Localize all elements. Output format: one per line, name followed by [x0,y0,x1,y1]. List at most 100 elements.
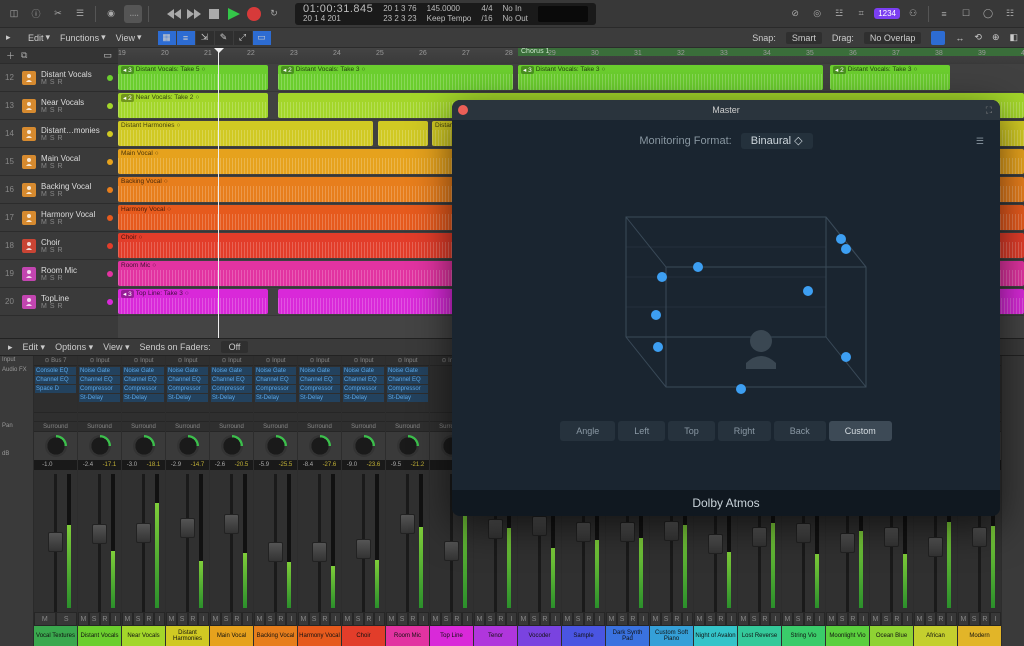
channel-label[interactable]: Near Vocals [122,626,165,646]
pan-knob[interactable] [221,435,243,457]
view-tab-back[interactable]: Back [774,421,826,441]
channel-label[interactable]: String Vio [782,626,825,646]
tool-icon[interactable]: ⊕ [992,32,1000,43]
functions-menu[interactable]: Functions ▾ [60,32,106,43]
rec-button[interactable]: R [628,612,639,626]
solo-button[interactable]: S [50,79,55,86]
expand-icon[interactable]: ⛶ [986,105,992,116]
input-button[interactable]: I [594,612,605,626]
pan-knob[interactable] [265,435,287,457]
mute-button[interactable]: M [386,612,397,626]
fader-cap[interactable] [400,514,415,534]
output-slot[interactable]: Surround [122,422,165,432]
input-button[interactable]: I [198,612,209,626]
track-header[interactable]: 18 Choir MSR [0,232,118,260]
track-header[interactable]: 17 Harmony Vocal MSR [0,204,118,232]
mixer-channel[interactable]: ⊙ Input Noise GateChannel EQCompressorSt… [342,356,386,646]
fader-cap[interactable] [928,537,943,557]
input-button[interactable]: I [770,612,781,626]
fader-cap[interactable] [752,527,767,547]
mute-button[interactable]: M [518,612,529,626]
input-button[interactable]: I [154,612,165,626]
audio-region[interactable]: Distant Harmonies ○ [118,121,373,146]
record-button[interactable]: R [58,303,63,310]
fx-slot[interactable]: Noise Gate [123,367,164,375]
fx-slot[interactable]: Compressor [123,385,164,393]
solo-button[interactable]: S [397,612,408,626]
send-slot[interactable] [386,412,429,422]
input-button[interactable]: I [858,612,869,626]
fader-cap[interactable] [488,519,503,539]
fx-slot[interactable]: St-Delay [343,394,384,402]
tool-icon[interactable]: ◎ [808,5,826,23]
mute-button[interactable]: M [78,612,89,626]
solo-button[interactable]: S [749,612,760,626]
duplicate-icon[interactable]: ⧉ [21,50,27,61]
input-button[interactable]: I [330,612,341,626]
solo-button[interactable]: S [50,303,55,310]
input-button[interactable]: I [946,612,957,626]
channel-label[interactable]: Distant Vocals [78,626,121,646]
format-value[interactable]: Binaural ◇ [741,133,813,149]
loops-icon[interactable]: ◯ [979,5,997,23]
audio-region[interactable]: ◂ 3Distant Vocals: Take 5 ○ [118,65,268,90]
send-slot[interactable] [210,412,253,422]
mute-button[interactable]: M [826,612,837,626]
audio-region[interactable]: ◂ 2Distant Vocals: Take 3 ○ [278,65,513,90]
fx-slot[interactable]: Compressor [167,385,208,393]
options-menu[interactable]: Options ▾ [55,342,93,353]
drag-value[interactable]: No Overlap [864,32,922,44]
input-slot[interactable]: ⊙ Input [166,356,209,366]
tool-icon[interactable]: ☳ [830,5,848,23]
channel-label[interactable]: Modern [958,626,1001,646]
view-button[interactable]: ▭ [253,31,271,45]
fx-slot[interactable]: Compressor [79,385,120,393]
input-button[interactable]: I [374,612,385,626]
input-button[interactable]: I [814,612,825,626]
fx-slot[interactable]: Space D [35,385,76,393]
solo-button[interactable]: S [573,612,584,626]
fx-slot[interactable]: Noise Gate [299,367,340,375]
mute-button[interactable]: M [606,612,617,626]
input-button[interactable]: I [506,612,517,626]
rec-button[interactable]: R [188,612,199,626]
mixer-channel[interactable]: ⊙ Input Noise GateChannel EQCompressorSt… [122,356,166,646]
fader-area[interactable] [210,470,253,612]
record-button[interactable]: R [58,247,63,254]
pan-knob[interactable] [397,435,419,457]
fx-slot[interactable]: Channel EQ [387,376,428,384]
record-button[interactable]: R [58,191,63,198]
mute-button[interactable]: M [41,275,47,282]
fx-slot[interactable]: Channel EQ [35,376,76,384]
atmos-3d-view[interactable] [566,157,886,407]
channel-label[interactable]: Vocoder [518,626,561,646]
record-button[interactable]: R [58,79,63,86]
record-button[interactable]: R [58,163,63,170]
avatar-icon[interactable]: ⚇ [904,5,922,23]
solo-button[interactable]: S [177,612,188,626]
solo-button[interactable]: S [56,612,78,626]
add-track-button[interactable]: ＋ [6,49,15,62]
menu-icon[interactable]: ☰ [976,136,984,147]
fader-cap[interactable] [840,533,855,553]
view-button[interactable]: ✎ [215,31,233,45]
input-slot[interactable]: ⊙ Input [210,356,253,366]
input-slot[interactable]: ⊙ Input [298,356,341,366]
inspector-icon[interactable]: ⓘ [27,5,45,23]
output-slot[interactable]: Surround [254,422,297,432]
fx-slot[interactable]: Noise Gate [211,367,252,375]
fx-slot[interactable]: Compressor [211,385,252,393]
track-header[interactable]: 12 Distant Vocals MSR [0,64,118,92]
fx-slot[interactable]: Compressor [299,385,340,393]
fx-slot[interactable]: St-Delay [167,394,208,402]
mute-button[interactable]: M [41,219,47,226]
solo-button[interactable]: S [50,135,55,142]
audio-region[interactable] [378,121,428,146]
mixer-channel[interactable]: ⊙ Input Noise GateChannel EQCompressorSt… [254,356,298,646]
channel-label[interactable]: Distant Harmonies [166,626,209,646]
send-slot[interactable] [342,412,385,422]
channel-label[interactable]: Night of Avalon [694,626,737,646]
input-button[interactable]: I [726,612,737,626]
channel-label[interactable]: Dark Synth Pad [606,626,649,646]
mute-button[interactable]: M [41,247,47,254]
